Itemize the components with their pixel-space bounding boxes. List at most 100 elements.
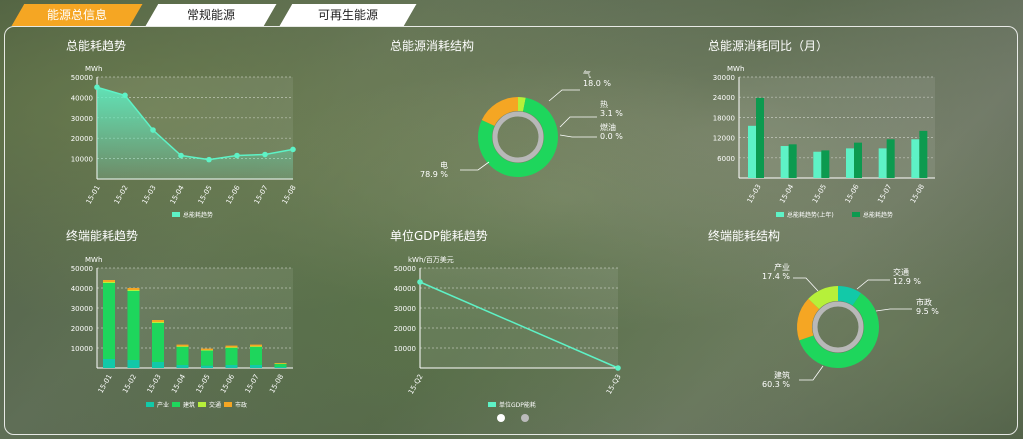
bar xyxy=(886,139,895,178)
x-tick-label: 15-08 xyxy=(281,184,298,206)
stacked-bar-segment xyxy=(201,350,213,366)
legend-label: 交通 xyxy=(209,401,221,409)
slice-name-label: 燃油 xyxy=(600,122,616,132)
stacked-bar-segment xyxy=(250,347,262,365)
y-axis-unit: MWh xyxy=(85,65,102,73)
callout-line xyxy=(548,89,580,102)
y-tick-label: 30000 xyxy=(71,305,93,313)
stacked-bar-segment xyxy=(176,365,189,368)
y-tick-label: 6000 xyxy=(717,155,735,163)
x-tick-label: 15-02 xyxy=(121,373,138,395)
legend-label: 总能耗趋势(上年) xyxy=(787,211,834,219)
x-tick-label: 15-Q3 xyxy=(605,373,623,396)
stacked-bar-segment xyxy=(250,344,262,347)
x-tick-label: 15-08 xyxy=(268,373,285,395)
legend-swatch xyxy=(172,212,180,217)
x-tick-label: 15-05 xyxy=(197,184,214,206)
legend-swatch xyxy=(146,402,154,407)
y-axis-unit: MWh xyxy=(85,256,102,264)
slice-pct-label: 9.5 % xyxy=(916,307,939,316)
x-tick-label: 15-04 xyxy=(778,183,795,205)
legend-label: 产业 xyxy=(157,401,169,409)
slice-name-label: 产业 xyxy=(774,262,790,272)
plot-area xyxy=(420,268,618,368)
stacked-bar-segment xyxy=(103,280,115,282)
legend-swatch xyxy=(488,402,496,407)
y-tick-label: 40000 xyxy=(71,94,93,102)
stacked-bar-segment xyxy=(152,322,164,323)
legend-swatch xyxy=(198,402,206,407)
callout-line xyxy=(460,161,490,171)
y-tick-label: 10000 xyxy=(71,345,93,353)
stacked-bar-segment xyxy=(152,323,164,362)
stacked-bar-segment xyxy=(152,320,164,322)
stacked-bar-segment xyxy=(274,363,287,364)
stacked-bar-segment xyxy=(127,360,140,368)
data-point xyxy=(122,92,128,99)
stacked-bar-segment xyxy=(176,344,189,347)
stacked-bar-segment xyxy=(152,362,164,368)
bar xyxy=(813,151,822,178)
legend-label: 总能耗趋势 xyxy=(863,211,893,219)
stacked-bar-segment xyxy=(201,348,213,350)
stacked-bar-segment xyxy=(201,350,213,351)
stacked-bar-segment xyxy=(274,367,287,368)
stacked-bar-segment xyxy=(225,365,238,368)
slice-name-label: 气 xyxy=(583,69,591,79)
callout-line xyxy=(875,308,912,312)
stacked-bar-segment xyxy=(201,365,213,368)
plot-area xyxy=(739,77,935,178)
x-tick-label: 15-05 xyxy=(811,183,828,205)
y-axis-unit: MWh xyxy=(727,65,744,73)
x-tick-label: 15-05 xyxy=(195,373,212,395)
callout-line xyxy=(559,116,597,128)
legend-swatch xyxy=(172,402,180,407)
legend-swatch xyxy=(776,212,784,217)
y-tick-label: 40000 xyxy=(394,285,416,293)
stacked-bar-segment xyxy=(103,359,115,368)
donut-inner-ring xyxy=(812,301,864,353)
x-tick-label: 15-04 xyxy=(170,373,187,395)
page-dot-1[interactable] xyxy=(497,414,505,422)
y-tick-label: 40000 xyxy=(71,285,93,293)
x-tick-label: 15-01 xyxy=(97,373,114,395)
donut-inner-ring xyxy=(492,111,544,163)
legend-label: 总能耗趋势 xyxy=(183,211,213,219)
legend-label: 单位GDP能耗 xyxy=(499,401,536,409)
slice-name-label: 电 xyxy=(440,160,448,170)
stacked-bar-segment xyxy=(103,282,115,283)
data-point xyxy=(178,152,184,159)
legend-label: 建筑 xyxy=(183,401,195,409)
x-tick-label: 15-Q2 xyxy=(407,373,425,396)
x-tick-label: 15-06 xyxy=(225,184,242,206)
data-point xyxy=(234,152,240,159)
data-point xyxy=(94,84,100,90)
bar xyxy=(919,130,928,178)
stacked-bar-segment xyxy=(127,291,140,360)
y-tick-label: 20000 xyxy=(71,135,93,143)
x-tick-label: 15-01 xyxy=(85,184,102,206)
page-dot-2[interactable] xyxy=(521,414,529,422)
charts-canvas: 1000020000300004000050000MWh15-01 15-02 15… xyxy=(71,65,940,409)
stacked-bar-segment xyxy=(127,288,140,290)
bar xyxy=(756,97,764,178)
data-point xyxy=(615,365,621,371)
y-tick-label: 10000 xyxy=(394,345,416,353)
data-point xyxy=(150,127,156,133)
y-axis-unit: kWh/百万美元 xyxy=(408,255,454,264)
x-tick-label: 15-07 xyxy=(253,184,270,206)
data-point xyxy=(417,279,423,285)
x-tick-label: 15-07 xyxy=(244,373,261,395)
stacked-bar-segment xyxy=(176,347,189,365)
x-tick-label: 15-02 xyxy=(113,184,130,206)
x-tick-label: 15-04 xyxy=(169,184,186,206)
stacked-bar-segment xyxy=(250,346,262,347)
y-tick-label: 18000 xyxy=(713,114,735,122)
legend-label: 市政 xyxy=(235,401,247,409)
bar xyxy=(821,150,830,178)
stacked-bar-segment xyxy=(225,347,238,348)
x-tick-label: 15-06 xyxy=(844,183,861,205)
y-tick-label: 50000 xyxy=(71,265,93,273)
slice-name-label: 热 xyxy=(600,99,608,109)
legend-swatch xyxy=(852,212,860,217)
